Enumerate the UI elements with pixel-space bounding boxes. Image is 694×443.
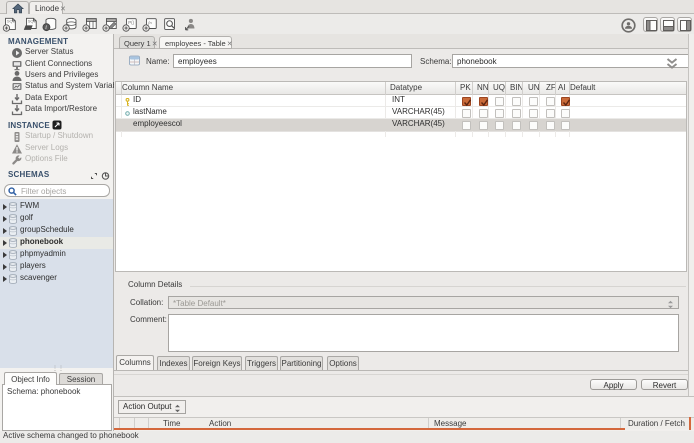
- svg-text:SQL: SQL: [7, 19, 16, 24]
- svg-text:SQL: SQL: [28, 19, 37, 24]
- svg-text:P(): P(): [128, 20, 134, 25]
